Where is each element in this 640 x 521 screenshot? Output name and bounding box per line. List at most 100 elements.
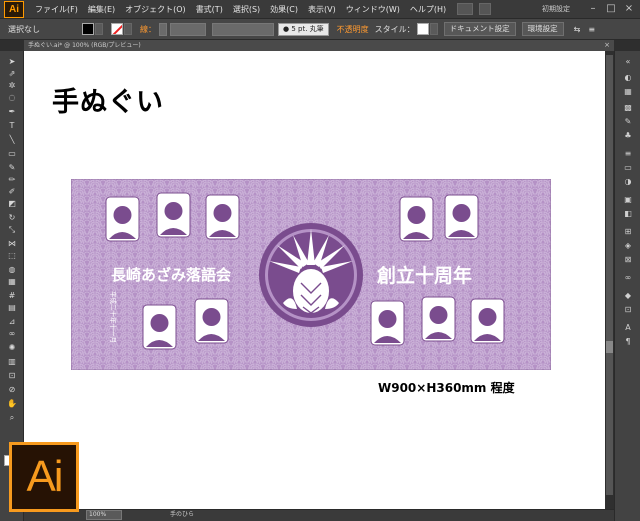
menu-help[interactable]: ヘルプ(H) <box>405 4 451 15</box>
portrait-card-7 <box>444 194 479 240</box>
arrange-documents-icon[interactable] <box>479 3 492 15</box>
pencil-tool-icon[interactable]: ✏ <box>6 175 18 184</box>
stroke-swatch[interactable] <box>111 23 123 35</box>
symbols-panel-icon[interactable]: ♣ <box>623 131 633 140</box>
transform-panel-icon[interactable]: ⊠ <box>623 255 633 264</box>
layers-panel-icon[interactable]: ◆ <box>623 291 633 300</box>
style-label: スタイル： <box>374 24 415 34</box>
line-tool-icon[interactable]: ╲ <box>6 135 18 144</box>
appearance-panel-icon[interactable]: ▣ <box>623 195 633 204</box>
shape-builder-tool-icon[interactable]: ◍ <box>6 265 18 274</box>
portrait-card-5 <box>194 298 229 344</box>
swatches-panel-icon[interactable]: ▩ <box>623 103 633 112</box>
opacity-label[interactable]: 不透明度 <box>337 24 369 35</box>
panel-menu-icon[interactable]: ≡ <box>588 25 595 34</box>
artboards-panel-icon[interactable]: ⊡ <box>623 305 633 314</box>
magic-wand-tool-icon[interactable]: ✲ <box>6 81 18 90</box>
fill-dropdown[interactable] <box>95 23 103 35</box>
symbol-sprayer-tool-icon[interactable]: ✺ <box>6 343 18 352</box>
selection-tool-icon[interactable]: ➤ <box>6 57 18 66</box>
transparency-panel-icon[interactable]: ◑ <box>623 177 633 186</box>
stroke-label[interactable]: 線： <box>140 24 156 35</box>
menu-bar: Ai ファイル(F) 編集(E) オブジェクト(O) 書式(T) 選択(S) 効… <box>0 0 640 19</box>
minimize-button[interactable]: – <box>586 3 600 15</box>
date-text: 平成二十年十一月 <box>109 291 118 343</box>
rotate-tool-icon[interactable]: ↻ <box>6 213 18 222</box>
free-transform-tool-icon[interactable]: ⬚ <box>6 251 18 260</box>
zoom-tool-icon[interactable]: ⌕ <box>6 413 18 422</box>
document-tab-bar: 手ぬぐい.ai* @ 100% (RGB/プレビュー) × <box>0 40 640 51</box>
artboard-tool-icon[interactable]: ⊡ <box>6 371 18 380</box>
pathfinder-panel-icon[interactable]: ◈ <box>623 241 633 250</box>
arrange-icon[interactable]: ⇆ <box>574 25 581 34</box>
menu-effect[interactable]: 効果(C) <box>265 4 303 15</box>
vertical-scroll-track[interactable] <box>606 55 613 495</box>
vertical-scroll-thumb[interactable] <box>606 341 613 353</box>
align-panel-icon[interactable]: ⊞ <box>623 227 633 236</box>
gradient-panel-icon[interactable]: ▭ <box>623 163 633 172</box>
blend-tool-icon[interactable]: ∞ <box>6 329 18 338</box>
brushes-panel-icon[interactable]: ✎ <box>623 117 633 126</box>
menu-file[interactable]: ファイル(F) <box>30 4 83 15</box>
slice-tool-icon[interactable]: ⊘ <box>6 385 18 394</box>
blob-brush-tool-icon[interactable]: ✐ <box>6 187 18 196</box>
hand-tool-icon[interactable]: ✋ <box>6 399 18 408</box>
stroke-weight-stepper[interactable] <box>159 22 167 36</box>
workspace-switcher[interactable]: 初期設定 <box>542 4 570 14</box>
style-dropdown[interactable] <box>429 23 438 35</box>
links-panel-icon[interactable]: ∞ <box>623 273 633 282</box>
collapse-panels-icon[interactable]: « <box>623 57 633 66</box>
close-button[interactable]: × <box>622 3 636 15</box>
eraser-tool-icon[interactable]: ◩ <box>6 199 18 208</box>
illustrator-logo: Ai <box>9 442 79 512</box>
menu-window[interactable]: ウィンドウ(W) <box>341 4 405 15</box>
type-tool-icon[interactable]: T <box>6 121 18 130</box>
style-swatch[interactable] <box>416 23 429 35</box>
selection-status: 選択なし <box>8 24 40 34</box>
stroke-panel-icon[interactable]: ≡ <box>623 149 633 158</box>
color-panel-icon[interactable]: ◐ <box>623 73 633 82</box>
brush-definition[interactable]: ● 5 pt. 丸筆 <box>278 22 329 36</box>
character-panel-icon[interactable]: A <box>623 323 633 332</box>
stroke-dropdown[interactable] <box>124 23 132 35</box>
width-tool-icon[interactable]: ⋈ <box>6 239 18 248</box>
eyedropper-tool-icon[interactable]: ⊿ <box>6 317 18 326</box>
preferences-button[interactable]: 環境設定 <box>521 22 564 36</box>
vertical-scrollbar[interactable] <box>605 51 614 509</box>
fill-swatch[interactable] <box>82 23 94 35</box>
menu-view[interactable]: 表示(V) <box>303 4 341 15</box>
pen-tool-icon[interactable]: ✒ <box>6 107 18 116</box>
zoom-level-field[interactable]: 100% <box>86 510 122 520</box>
column-graph-tool-icon[interactable]: ▥ <box>6 357 18 366</box>
stroke-weight-field[interactable] <box>170 22 206 36</box>
menu-object[interactable]: オブジェクト(O) <box>120 4 191 15</box>
document-tab[interactable]: 手ぬぐい.ai* @ 100% (RGB/プレビュー) × <box>24 40 614 51</box>
tenugui-design[interactable]: 長崎あざみ落語会 創立十周年 平成二十年十一月 <box>71 179 551 370</box>
panels-dock: « ◐ ▦ ▩ ✎ ♣ ≡ ▭ ◑ ▣ ◧ ⊞ ◈ ⊠ ∞ ◆ ⊡ A ¶ <box>614 51 640 521</box>
menu-type[interactable]: 書式(T) <box>191 4 228 15</box>
artboard-title: 手ぬぐい <box>52 87 164 118</box>
paragraph-panel-icon[interactable]: ¶ <box>623 337 633 346</box>
close-tab-icon[interactable]: × <box>604 40 610 51</box>
lasso-tool-icon[interactable]: ◌ <box>6 93 18 102</box>
direct-selection-tool-icon[interactable]: ⇗ <box>6 69 18 78</box>
anniversary-text: 創立十周年 <box>377 264 472 287</box>
maximize-button[interactable]: □ <box>604 3 618 15</box>
perspective-grid-tool-icon[interactable]: ▦ <box>6 277 18 286</box>
bridge-icon[interactable] <box>457 3 474 15</box>
status-tool-name: 手のひら <box>170 511 195 518</box>
portrait-card-1 <box>105 196 140 242</box>
mesh-tool-icon[interactable]: # <box>6 291 18 300</box>
menu-select[interactable]: 選択(S) <box>228 4 265 15</box>
color-guide-icon[interactable]: ▦ <box>623 87 633 96</box>
gradient-tool-icon[interactable]: ▤ <box>6 303 18 312</box>
portrait-card-8 <box>370 300 405 346</box>
document-setup-button[interactable]: ドキュメント設定 <box>443 22 516 36</box>
variable-width-field[interactable] <box>212 22 274 36</box>
scale-tool-icon[interactable]: ⤡ <box>6 225 18 234</box>
control-bar: 選択なし 線： ● 5 pt. 丸筆 不透明度 スタイル： ドキュメント設定 環… <box>0 19 640 40</box>
graphic-styles-icon[interactable]: ◧ <box>623 209 633 218</box>
rectangle-tool-icon[interactable]: ▭ <box>6 149 18 158</box>
menu-edit[interactable]: 編集(E) <box>83 4 120 15</box>
paintbrush-tool-icon[interactable]: ✎ <box>6 163 18 172</box>
